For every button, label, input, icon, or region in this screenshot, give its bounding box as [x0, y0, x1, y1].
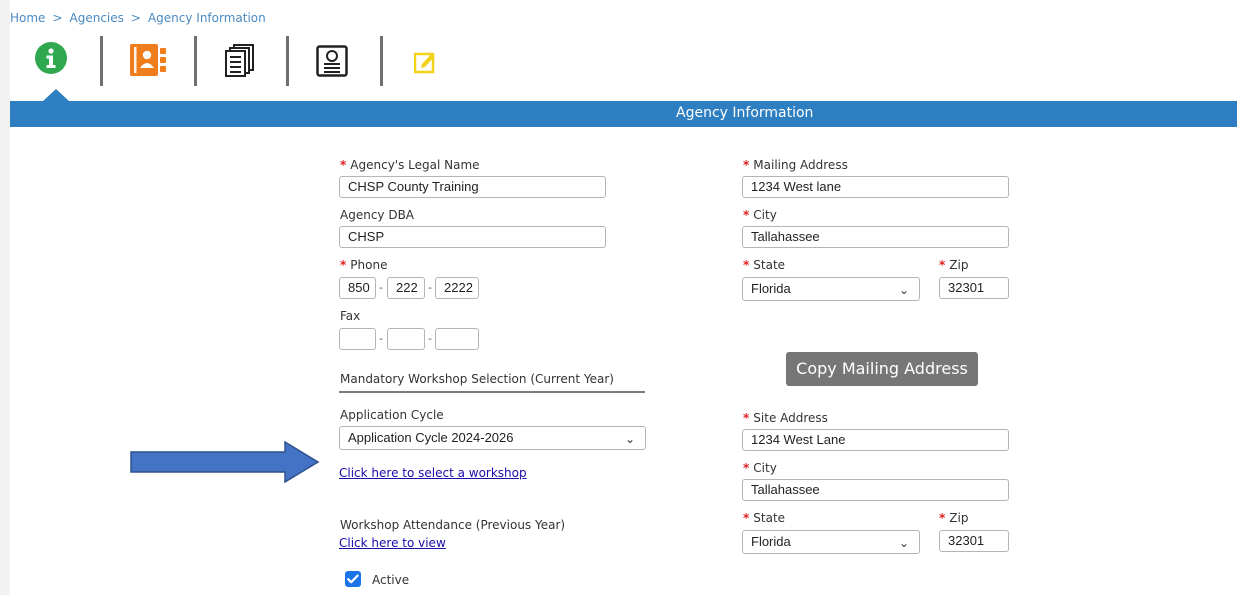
mailing-city-label: * City	[743, 208, 777, 222]
site-address-input[interactable]: 1234 West Lane	[742, 429, 1009, 451]
site-address-label: * Site Address	[743, 411, 828, 425]
mailing-city-input[interactable]: Tallahassee	[742, 226, 1009, 248]
fax-prefix-input[interactable]	[387, 328, 425, 350]
required-mark: *	[743, 461, 750, 475]
phone-label: * Phone	[340, 258, 387, 272]
fax-area-input[interactable]	[339, 328, 376, 350]
site-zip-input[interactable]: 32301	[939, 530, 1009, 552]
dba-input[interactable]: CHSP	[339, 226, 606, 248]
application-cycle-label: Application Cycle	[340, 408, 444, 422]
phone-area-input[interactable]: 850	[339, 277, 376, 299]
view-attendance-link[interactable]: Click here to view	[339, 536, 446, 550]
required-mark: *	[743, 258, 750, 272]
edit-icon[interactable]	[413, 50, 438, 78]
mailing-zip-label-text: Zip	[949, 258, 969, 272]
site-city-label: * City	[743, 461, 777, 475]
toolbar-divider	[194, 36, 197, 86]
mandatory-workshop-heading: Mandatory Workshop Selection (Current Ye…	[340, 372, 614, 386]
chevron-down-icon: ⌄	[898, 283, 909, 297]
mailing-address-label-text: Mailing Address	[753, 158, 848, 172]
site-zip-label: * Zip	[939, 511, 968, 525]
breadcrumb: Home > Agencies > Agency Information	[10, 11, 266, 25]
section-header: Agency Information	[10, 101, 1237, 127]
breadcrumb-separator: >	[52, 11, 63, 25]
chevron-down-icon: ⌄	[898, 536, 909, 550]
site-city-input[interactable]: Tallahassee	[742, 479, 1009, 501]
required-mark: *	[939, 511, 946, 525]
mailing-state-label: * State	[743, 258, 785, 272]
chevron-down-icon: ⌄	[624, 432, 635, 446]
phone-label-text: Phone	[350, 258, 388, 272]
required-mark: *	[743, 411, 750, 425]
info-icon[interactable]	[35, 42, 67, 78]
copy-mailing-address-button[interactable]: Copy Mailing Address	[786, 352, 978, 386]
required-mark: *	[340, 258, 347, 272]
dba-label: Agency DBA	[340, 208, 415, 222]
fax-separator: -	[428, 332, 432, 345]
application-cycle-value: Application Cycle 2024-2026	[348, 430, 514, 445]
contacts-icon[interactable]	[130, 44, 166, 80]
mailing-zip-input[interactable]: 32301	[939, 277, 1009, 299]
legal-name-label: * Agency's Legal Name	[340, 158, 480, 172]
site-address-label-text: Site Address	[753, 411, 828, 425]
phone-prefix-input[interactable]: 222	[387, 277, 425, 299]
checkmark-icon	[347, 574, 359, 584]
workshop-attendance-label: Workshop Attendance (Previous Year)	[340, 518, 566, 532]
active-label: Active	[372, 573, 410, 587]
fax-line-input[interactable]	[435, 328, 479, 350]
breadcrumb-home[interactable]: Home	[10, 11, 45, 25]
mailing-state-value: Florida	[751, 281, 791, 296]
phone-separator: -	[379, 281, 383, 294]
required-mark: *	[939, 258, 946, 272]
required-mark: *	[743, 208, 750, 222]
heading-divider	[339, 391, 645, 393]
certificate-icon[interactable]	[316, 45, 348, 81]
required-mark: *	[743, 158, 750, 172]
toolbar-divider	[100, 36, 103, 86]
site-state-label: * State	[743, 511, 785, 525]
toolbar	[10, 36, 510, 94]
site-state-label-text: State	[753, 511, 786, 525]
phone-line-input[interactable]: 2222	[435, 277, 479, 299]
fax-separator: -	[379, 332, 383, 345]
site-zip-label-text: Zip	[949, 511, 969, 525]
legal-name-label-text: Agency's Legal Name	[350, 158, 480, 172]
site-state-select[interactable]: Florida ⌄	[742, 530, 920, 554]
mailing-state-label-text: State	[753, 258, 786, 272]
legal-name-input[interactable]: CHSP County Training	[339, 176, 606, 198]
mailing-address-label: * Mailing Address	[743, 158, 848, 172]
breadcrumb-agencies[interactable]: Agencies	[70, 11, 124, 25]
mailing-city-label-text: City	[753, 208, 777, 222]
required-mark: *	[743, 511, 750, 525]
mailing-state-select[interactable]: Florida ⌄	[742, 277, 920, 301]
page: Home > Agencies > Agency Information Age…	[10, 0, 1237, 595]
documents-icon[interactable]	[225, 44, 255, 82]
required-mark: *	[340, 158, 347, 172]
site-city-label-text: City	[753, 461, 777, 475]
breadcrumb-separator: >	[130, 11, 141, 25]
site-state-value: Florida	[751, 534, 791, 549]
fax-label: Fax	[340, 309, 361, 323]
mailing-zip-label: * Zip	[939, 258, 968, 272]
application-cycle-select[interactable]: Application Cycle 2024-2026 ⌄	[339, 426, 646, 450]
breadcrumb-current: Agency Information	[147, 11, 266, 25]
active-checkbox[interactable]	[345, 571, 361, 587]
select-workshop-link[interactable]: Click here to select a workshop	[339, 466, 527, 480]
toolbar-divider	[380, 36, 383, 86]
toolbar-divider	[286, 36, 289, 86]
section-title: Agency Information	[676, 105, 814, 121]
active-tab-indicator	[43, 89, 69, 101]
arrow-annotation	[130, 440, 320, 487]
phone-separator: -	[428, 281, 432, 294]
mailing-address-input[interactable]: 1234 West lane	[742, 176, 1009, 198]
